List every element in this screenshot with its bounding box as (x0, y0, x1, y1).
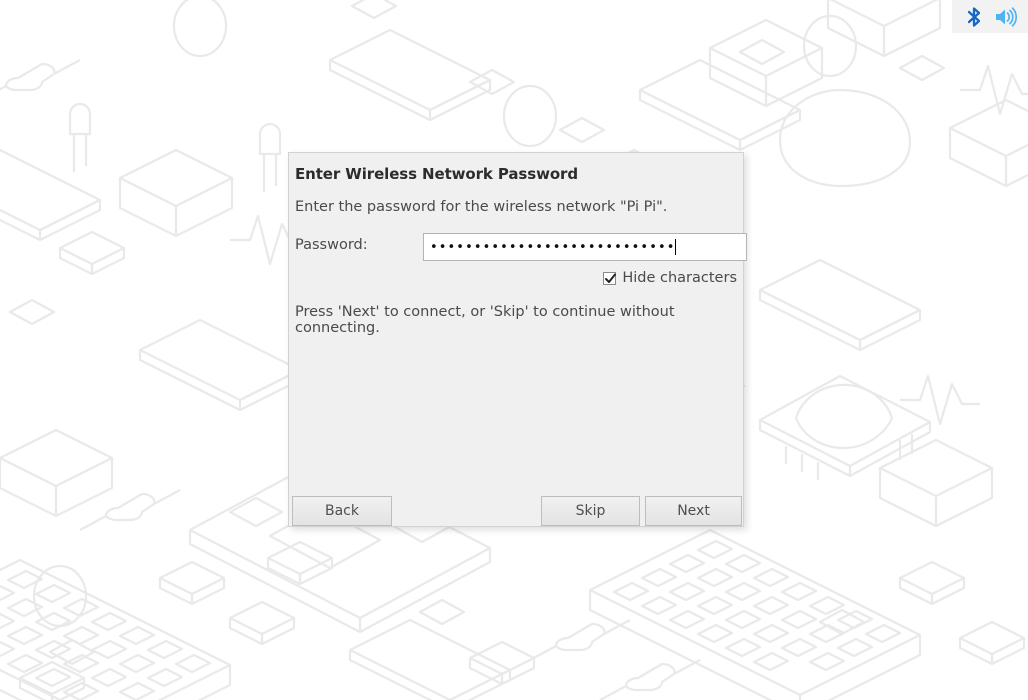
volume-icon[interactable] (993, 4, 1019, 30)
dialog-hint: Press 'Next' to connect, or 'Skip' to co… (295, 304, 675, 336)
checkbox-box (603, 271, 617, 285)
password-input[interactable]: •••••••••••••••••••••••••••• (423, 233, 747, 261)
password-label: Password: (295, 237, 368, 253)
back-button[interactable]: Back (292, 496, 392, 526)
checkmark-icon (605, 273, 617, 283)
hide-characters-label: Hide characters (622, 270, 737, 286)
bluetooth-icon[interactable] (961, 4, 987, 30)
dialog-description: Enter the password for the wireless netw… (295, 199, 668, 215)
skip-button[interactable]: Skip (541, 496, 640, 526)
system-tray (952, 0, 1028, 33)
wireless-password-dialog: Enter Wireless Network Password Enter th… (288, 152, 747, 527)
text-caret (674, 239, 676, 255)
hide-characters-checkbox[interactable]: Hide characters (603, 270, 737, 286)
dialog-title: Enter Wireless Network Password (295, 165, 578, 183)
password-masked-value: •••••••••••••••••••••••••••• (430, 239, 676, 255)
desktop: Enter Wireless Network Password Enter th… (0, 0, 1028, 700)
password-row: Password: •••••••••••••••••••••••••••• (295, 233, 747, 261)
next-button[interactable]: Next (645, 496, 742, 526)
